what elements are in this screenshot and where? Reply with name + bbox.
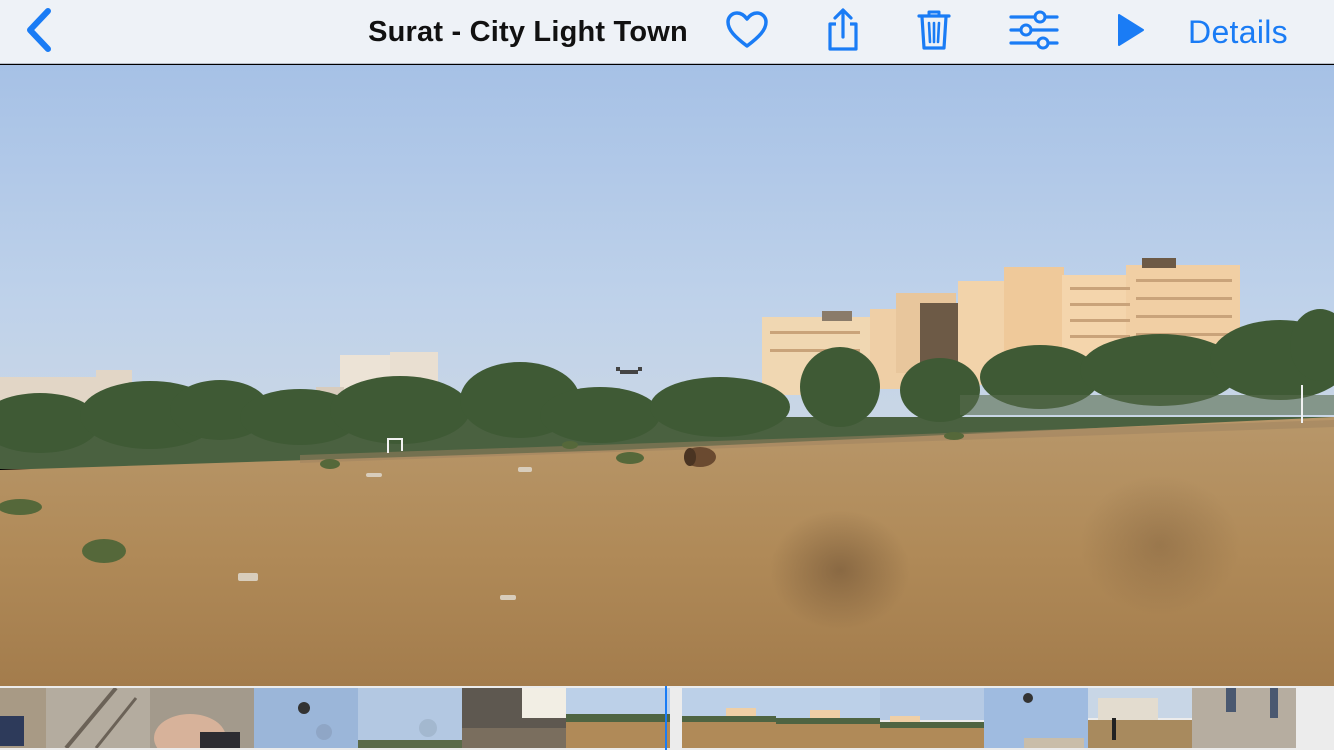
- heart-outline-icon: [725, 10, 769, 54]
- play-button[interactable]: [1106, 0, 1156, 64]
- filmstrip-frame[interactable]: [1088, 688, 1192, 748]
- edit-adjust-button[interactable]: [1002, 0, 1066, 64]
- trash-icon: [917, 9, 951, 56]
- field-roller: [684, 447, 716, 467]
- filmstrip-frame[interactable]: [682, 688, 776, 748]
- filmstrip-frame[interactable]: [776, 688, 880, 748]
- play-icon: [1116, 13, 1146, 52]
- navigation-bar: Surat - City Light Town Details: [0, 0, 1334, 64]
- favorite-button[interactable]: [718, 0, 776, 64]
- share-icon: [826, 7, 860, 57]
- filmstrip-frame[interactable]: [0, 688, 46, 748]
- filmstrip-frame[interactable]: [46, 688, 150, 748]
- filmstrip-frame[interactable]: [566, 688, 670, 748]
- playhead-indicator[interactable]: [665, 686, 667, 750]
- video-frame-view[interactable]: [0, 65, 1334, 686]
- filmstrip-frame[interactable]: [254, 688, 358, 748]
- details-button[interactable]: Details: [1170, 0, 1306, 64]
- filmstrip-frame[interactable]: [984, 688, 1088, 748]
- chevron-left-icon: [24, 7, 54, 57]
- filmstrip-scrubber[interactable]: [0, 686, 1334, 750]
- delete-button[interactable]: [906, 0, 962, 64]
- filmstrip-frame[interactable]: [1192, 688, 1296, 748]
- filmstrip-frame[interactable]: [358, 688, 462, 748]
- back-button[interactable]: [14, 0, 64, 64]
- filmstrip-frame[interactable]: [150, 688, 254, 748]
- share-button[interactable]: [814, 0, 872, 64]
- filmstrip-frame[interactable]: [462, 688, 566, 748]
- sliders-icon: [1009, 10, 1059, 55]
- filmstrip-frame[interactable]: [880, 688, 984, 748]
- page-title: Surat - City Light Town: [368, 15, 688, 48]
